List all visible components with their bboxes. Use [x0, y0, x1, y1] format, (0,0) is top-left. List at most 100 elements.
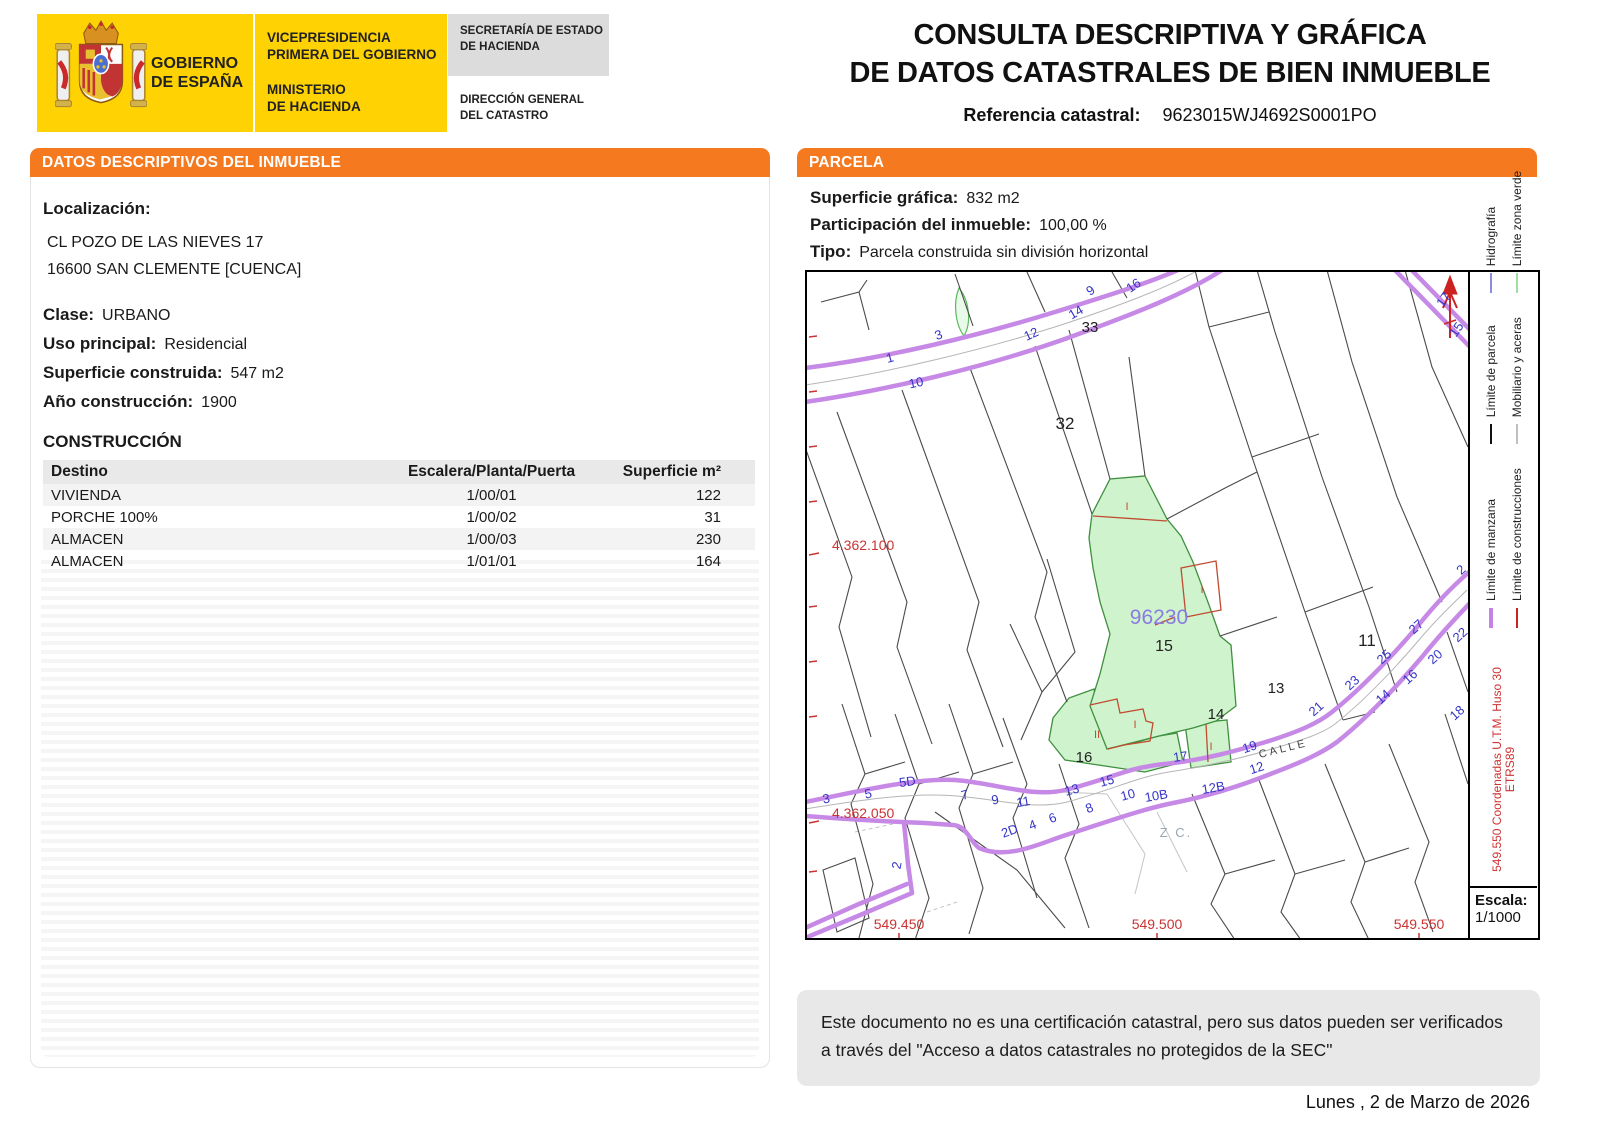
cadastral-map-drawing: 131012149 16333217159623015 111314163 55D7 9… — [807, 272, 1468, 938]
map-label: 12B — [1201, 778, 1226, 797]
map-label: 15 — [1155, 638, 1173, 655]
address-line1: CL POZO DE LAS NIEVES 17 — [47, 234, 264, 251]
secretaria-estado-label: SECRETARÍA DE ESTADO DE HACIENDA — [448, 14, 609, 76]
col-header-destino: Destino — [43, 460, 371, 485]
legend-entry-label: Hidrografía — [1483, 206, 1498, 267]
legend-entry-label: Mobiliario y aceras — [1509, 317, 1524, 418]
section-header-datos-descriptivos: DATOS DESCRIPTIVOS DEL INMUEBLE — [30, 148, 770, 177]
legend-entry-label: Límite de manzana — [1483, 498, 1498, 602]
scale-value: 1/1000 — [1475, 909, 1521, 926]
map-label: 8 — [1083, 800, 1095, 817]
col-header-superficie: Superficie m² — [612, 460, 755, 485]
map-label: 17 — [1172, 748, 1188, 765]
map-label: 9 — [990, 792, 1000, 808]
map-label: 10B — [1144, 786, 1169, 805]
legend-entry: Mobiliario y aceras — [1509, 317, 1524, 445]
cadastral-document-page: GOBIERNO DE ESPAÑA VICEPRESIDENCIA PRIME… — [0, 0, 1600, 1130]
map-label: 2 — [1453, 562, 1468, 578]
map-label: Z C. — [1160, 825, 1193, 840]
map-label: 16 — [1076, 749, 1093, 766]
legend-entry: Límite de manzana — [1483, 468, 1498, 629]
map-label: 12 — [1021, 324, 1040, 344]
government-brand-block: GOBIERNO DE ESPAÑA VICEPRESIDENCIA PRIME… — [37, 14, 447, 132]
scale-box: Escala: 1/1000 — [1470, 886, 1537, 938]
table-row: VIVIENDA 1/00/01 122 — [43, 484, 755, 507]
map-label: I — [1133, 719, 1136, 731]
spain-coat-of-arms-icon — [54, 17, 148, 129]
legend-entry: Hidrografía — [1483, 171, 1498, 294]
map-label: 5D — [898, 773, 917, 790]
clase-label: Clase: — [43, 305, 95, 325]
map-label: 11 — [1358, 631, 1376, 650]
uso-value: Residencial — [164, 336, 248, 354]
map-label: I — [1200, 584, 1203, 596]
parcel-info-block: Superficie gráfica: 832 m2 Participación … — [810, 188, 1540, 269]
map-label: 22 — [1450, 624, 1468, 645]
legend-line-swatch-icon — [1515, 273, 1518, 294]
legend-column: Límite de manzana Límite de construccione… — [1483, 468, 1524, 629]
map-label: I — [1125, 501, 1128, 513]
superficie-construida-value: 547 m2 — [230, 365, 284, 383]
cadastral-map: 1 3 10 12 14 9 16 33 32 17 15 96230 15 11 13 14 16 3 5 5D 7 9… — [805, 171, 1540, 940]
map-label: 549.500 — [1132, 916, 1183, 932]
localizacion-label: Localización: — [43, 199, 151, 218]
empty-rows-stripes — [41, 555, 759, 1057]
map-label: 2 — [889, 860, 905, 870]
map-label: 32 — [1056, 414, 1075, 433]
title-line1: CONSULTA DESCRIPTIVA Y GRÁFICA — [913, 19, 1427, 51]
table-row: PORCHE 100% 1/00/02 31 — [51, 508, 721, 526]
brand-divider — [253, 14, 255, 132]
map-label: 549.550 — [1394, 916, 1445, 932]
map-label: 7 — [959, 786, 970, 802]
vicepresidencia-label: VICEPRESIDENCIA PRIMERA DEL GOBIERNO — [267, 30, 437, 62]
construction-table-body: VIVIENDA 1/00/01 122 PORCHE 100% 1/00/02 31 AL… — [43, 484, 755, 572]
map-label: 16 — [1123, 275, 1143, 296]
legend-coordinates-note: 549.550 Coordenadas U.T.M. Huso 30 ETRS8… — [1489, 667, 1517, 872]
map-label: 549.450 — [874, 916, 925, 932]
legend-line-swatch-icon — [1488, 608, 1493, 629]
map-label: I — [1209, 741, 1212, 753]
map-label: 2D — [999, 821, 1020, 841]
col-header-escalera-planta-puerta: Escalera/Planta/Puerta — [370, 460, 613, 485]
map-label: 13 — [1063, 781, 1081, 799]
construction-table-header-row: Destino Escalera/Planta/Puerta Superfici… — [43, 460, 755, 485]
anio-construccion-value: 1900 — [201, 394, 237, 412]
gobierno-de-espana-label: GOBIERNO DE ESPAÑA — [151, 54, 244, 91]
cadastral-reference: Referencia catastral: 9623015WJ4692S0001P… — [820, 105, 1520, 126]
map-label: 96230 — [1130, 606, 1188, 629]
title-line2: DE DATOS CATASTRALES DE BIEN INMUEBLE — [849, 57, 1491, 90]
disclaimer-box: Este documento no es una certificación c… — [797, 990, 1540, 1086]
table-row: ALMACEN 1/00/03 230 — [43, 528, 755, 551]
map-label: 11 — [1015, 793, 1031, 810]
legend-entry-label: Límite zona verde — [1509, 170, 1524, 267]
map-label: 10 — [907, 374, 924, 392]
page-title: CONSULTA DESCRIPTIVA Y GRÁFICA DE DATOS … — [820, 16, 1520, 93]
property-data-panel: Localización: CL POZO DE LAS NIEVES 17 1… — [30, 177, 770, 1068]
address-line2: 16600 SAN CLEMENTE [CUENCA] — [47, 261, 302, 279]
map-label: 6 — [1046, 809, 1058, 826]
legend-column: Hidrografía Límite zona verde — [1483, 170, 1524, 294]
map-label: II — [1094, 729, 1100, 741]
anio-construccion-label: Año construcción: — [43, 392, 194, 412]
document-title-block: CONSULTA DESCRIPTIVA Y GRÁFICA DE DATOS … — [820, 16, 1520, 126]
direccion-general-catastro-label: DIRECCIÓN GENERAL DEL CATASTRO — [460, 94, 584, 122]
cadastral-reference-value: 9623015WJ4692S0001PO — [1162, 104, 1377, 125]
legend-line-swatch-icon — [1515, 608, 1518, 629]
table-row: ALMACEN 1/01/01 164 — [51, 552, 721, 570]
uso-label: Uso principal: — [43, 334, 157, 354]
tipo-label: Tipo: — [810, 242, 852, 261]
section-header-parcela: PARCELA — [797, 148, 1537, 177]
construccion-title: CONSTRUCCIÓN — [43, 432, 182, 452]
document-date: Lunes , 2 de Marzo de 2026 — [1305, 1092, 1530, 1112]
map-label: 14 — [1208, 706, 1225, 723]
map-legend: 549.550 Coordenadas U.T.M. Huso 30 ETRS8… — [1468, 171, 1537, 938]
legend-entry: Límite de construcciones — [1509, 468, 1524, 629]
map-label: 12 — [1247, 758, 1265, 777]
superficie-grafica-value: 832 m2 — [966, 190, 1020, 207]
map-label: 25 — [1374, 646, 1395, 667]
legend-entry-label: Límite de construcciones — [1509, 468, 1524, 602]
scale-label: Escala: — [1475, 892, 1528, 909]
map-label: 10 — [1119, 786, 1137, 804]
legend-entry-label: Límite de parcela — [1483, 325, 1498, 418]
map-label: 3 — [932, 326, 944, 343]
